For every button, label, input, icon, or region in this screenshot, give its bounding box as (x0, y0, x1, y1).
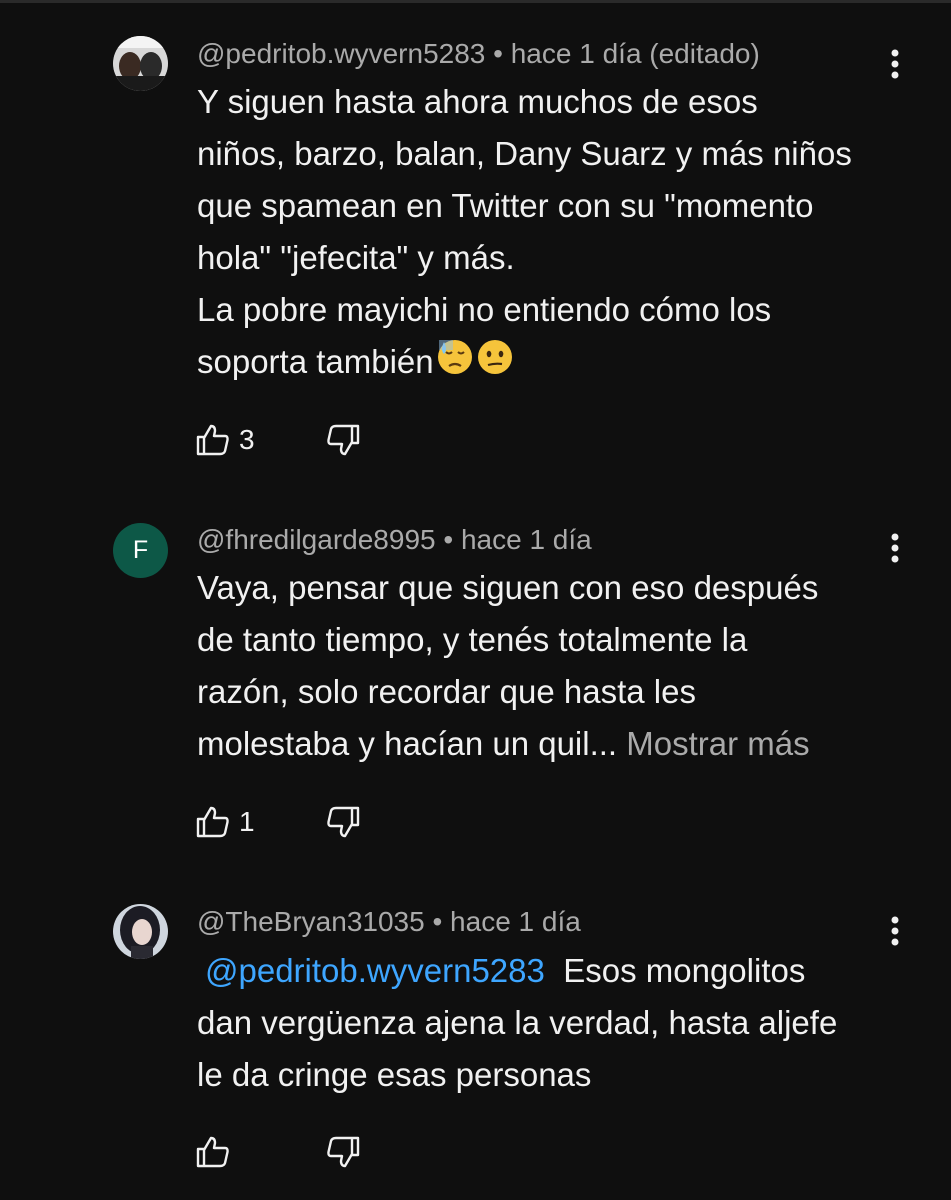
avatar-photo (113, 36, 168, 91)
comment-meta: @pedritob.wyvern5283 • hace 1 día (edita… (197, 38, 760, 70)
dislike-button[interactable] (325, 802, 361, 842)
comment-line: soporta también (197, 343, 434, 380)
comment-line: razón, solo recordar que hasta les (197, 673, 696, 710)
comment-text: Vaya, pensar que siguen con eso después … (197, 562, 897, 770)
author-handle[interactable]: @pedritob.wyvern5283 (197, 38, 485, 69)
comment-line: Esos mongolitos (563, 952, 806, 989)
comment-line: molestaba y hacían un quil... (197, 725, 618, 762)
show-more-link[interactable]: Mostrar más (626, 725, 809, 762)
comment-line: le da cringe esas personas (197, 1056, 592, 1093)
comment-line: La pobre mayichi no entiendo cómo los (197, 291, 772, 328)
like-button[interactable]: 1 (195, 802, 255, 842)
top-divider (0, 0, 951, 3)
thumb-down-icon (327, 424, 360, 456)
thumb-up-icon (196, 424, 229, 456)
mention-link[interactable]: @pedritob.wyvern5283 (205, 952, 545, 989)
comment-line: de tanto tiempo, y tenés totalmente la (197, 621, 748, 658)
comment-line: Vaya, pensar que siguen con eso después (197, 569, 819, 606)
dislike-button[interactable] (325, 1132, 361, 1172)
comment-line: niños, barzo, balan, Dany Suarz y más ni… (197, 135, 852, 172)
author-handle[interactable]: @fhredilgarde8995 (197, 524, 436, 555)
comment-time: • hace 1 día (432, 906, 581, 937)
comment-line: dan vergüenza ajena la verdad, hasta alj… (197, 1004, 838, 1041)
comment-line-first: @pedritob.wyvern5283 Esos mongolitos (197, 945, 897, 997)
comment-time: • hace 1 día (443, 524, 592, 555)
comment-text: Y siguen hasta ahora muchos de esos niño… (197, 76, 897, 391)
avatar-photo (113, 904, 168, 959)
comment-line: hola" "jefecita" y más. (197, 239, 515, 276)
like-count: 1 (239, 806, 255, 837)
thumb-up-icon (196, 806, 229, 838)
thumb-down-icon (327, 1136, 360, 1168)
downcast-face-with-sweat-icon (436, 338, 474, 391)
comment-line-last: molestaba y hacían un quil... Mostrar má… (197, 718, 897, 770)
comment-line-last: soporta también (197, 336, 897, 391)
comment-time: • hace 1 día (editado) (493, 38, 760, 69)
avatar[interactable] (113, 904, 168, 959)
like-button[interactable]: 3 (195, 420, 255, 460)
avatar-letter: F (132, 536, 149, 564)
thumb-down-icon (327, 806, 360, 838)
thumb-up-icon (196, 1136, 229, 1168)
comment-meta: @fhredilgarde8995 • hace 1 día (197, 524, 592, 556)
like-count: 3 (239, 424, 255, 455)
comment-line: Y siguen hasta ahora muchos de esos (197, 83, 758, 120)
avatar[interactable]: F (113, 523, 168, 578)
like-button[interactable] (195, 1132, 231, 1172)
comment-line: que spamean en Twitter con su "momento (197, 187, 814, 224)
confused-face-icon (476, 338, 514, 391)
comment-meta: @TheBryan31035 • hace 1 día (197, 906, 581, 938)
dislike-button[interactable] (325, 420, 361, 460)
author-handle[interactable]: @TheBryan31035 (197, 906, 425, 937)
avatar[interactable] (113, 36, 168, 91)
comment-text: @pedritob.wyvern5283 Esos mongolitos dan… (197, 945, 897, 1101)
